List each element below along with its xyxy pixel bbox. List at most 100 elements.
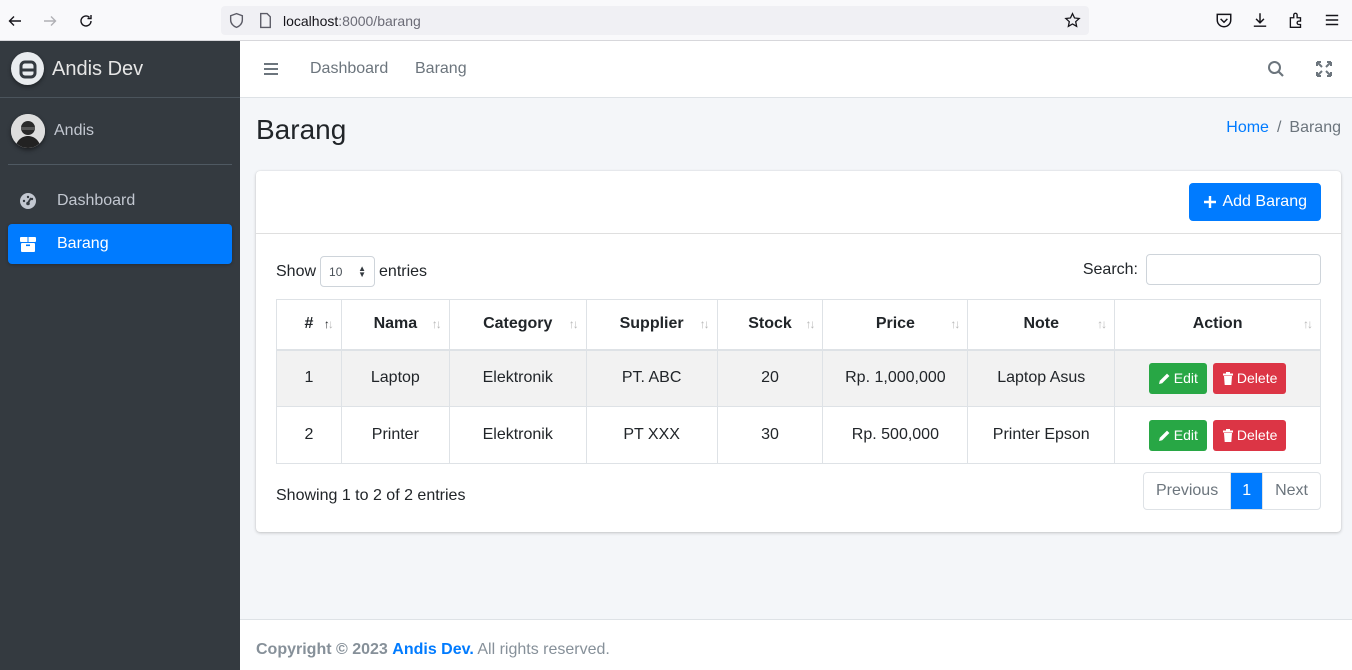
cell-supplier: PT. ABC (585, 349, 718, 407)
table-info: Showing 1 to 2 of 2 entries (276, 487, 466, 504)
pocket-icon[interactable] (1215, 11, 1233, 29)
page-length-value: 10 (329, 264, 343, 279)
cell-nama: Printer (340, 406, 450, 464)
table-row: 2 Printer Elektronik PT XXX 30 Rp. 500,0… (276, 406, 1321, 464)
brand-text: Andis Dev (52, 58, 144, 80)
box-icon (18, 234, 38, 254)
cell-nama: Laptop (340, 349, 450, 407)
show-entries: Show 10 ▲ ▼ entries (276, 256, 427, 287)
page-icon[interactable] (257, 12, 274, 29)
page-length-select[interactable]: 10 ▲ ▼ (320, 256, 376, 287)
sort-icon: ↑↓ (699, 317, 710, 331)
sort-icon: ↑↓ (568, 317, 579, 331)
entries-label: entries (379, 262, 428, 280)
edit-button[interactable]: Edit (1148, 362, 1207, 394)
add-barang-label: Add Barang (1222, 193, 1307, 210)
pagination-next[interactable]: Next (1262, 473, 1320, 509)
search-input[interactable] (1146, 254, 1321, 285)
nav-link-dashboard[interactable]: Dashboard (310, 60, 388, 78)
cell-category: Elektronik (448, 349, 587, 407)
main-footer: Copyright © 2023 Andis Dev. All rights r… (240, 619, 1352, 670)
brand-link[interactable]: Andis Dev (0, 41, 240, 98)
sort-icon: ↑↓ (431, 317, 442, 331)
hamburger-icon[interactable] (262, 60, 280, 78)
footer-brand-link[interactable]: Andis Dev. (392, 641, 474, 658)
breadcrumb-separator: / (1276, 119, 1282, 136)
url-bar[interactable]: localhost:8000/barang (221, 6, 1089, 35)
footer-text: Copyright © 2023 Andis Dev. All rights r… (256, 641, 610, 659)
brand-logo-icon (11, 52, 44, 85)
arrow-right-icon (44, 16, 57, 26)
card-header: Add Barang (256, 171, 1341, 234)
cell-no: 1 (276, 349, 342, 407)
table-row: 1 Laptop Elektronik PT. ABC 20 Rp. 1,000… (276, 349, 1321, 407)
delete-button[interactable]: Delete (1212, 419, 1287, 451)
barang-table: # ↑↓ Nama ↑↓ Category ↑↓ Supplier ↑↓ Stock ↑↓… (276, 299, 1321, 464)
edit-button[interactable]: Edit (1148, 419, 1207, 451)
user-panel: Andis (8, 98, 232, 165)
delete-button[interactable]: Delete (1212, 362, 1287, 394)
column-header-price[interactable]: Price ↑↓ (822, 299, 969, 351)
column-header-stock[interactable]: Stock ↑↓ (716, 299, 824, 351)
table-search: Search: (1083, 254, 1321, 285)
sort-icon: ↑↓ (950, 317, 960, 331)
breadcrumb-home[interactable]: Home (1226, 119, 1269, 137)
footer-rights: All rights reserved. (477, 641, 610, 658)
select-caret-icon: ▲ ▼ (358, 264, 367, 279)
pagination-previous[interactable]: Previous (1144, 473, 1232, 509)
sidebar-item-label: Dashboard (57, 192, 136, 209)
sort-asc-icon: ↑↓ (323, 317, 334, 331)
column-header-nama[interactable]: Nama ↑↓ (340, 299, 450, 351)
add-barang-button[interactable]: Add Barang (1189, 183, 1321, 221)
cell-stock: 20 (716, 349, 824, 407)
browser-toolbar: localhost:8000/barang (0, 0, 1352, 41)
search-icon[interactable] (1267, 60, 1285, 78)
footer-copyright: Copyright © 2023 (256, 641, 388, 658)
download-icon[interactable] (1251, 11, 1269, 29)
user-name[interactable]: Andis (54, 122, 94, 140)
column-header-action[interactable]: Action ↑↓ (1114, 299, 1321, 351)
sidebar-item-barang[interactable]: Barang (8, 224, 232, 264)
cell-price: Rp. 1,000,000 (822, 349, 969, 407)
fullscreen-icon[interactable] (1315, 60, 1333, 78)
pencil-icon (1158, 373, 1170, 384)
back-button[interactable] (2, 8, 28, 34)
reload-button[interactable] (73, 8, 99, 34)
forward-button[interactable] (37, 8, 63, 34)
sort-icon: ↑↓ (805, 317, 815, 331)
extensions-icon[interactable] (1287, 11, 1305, 29)
arrow-left-icon (8, 16, 21, 26)
barang-card: Add Barang Show 10 ▲ ▼ entries Search: # ↑… (256, 171, 1341, 532)
pencil-icon (1158, 430, 1170, 441)
tachometer-icon (18, 191, 38, 211)
cell-no: 2 (276, 406, 342, 464)
trash-icon (1222, 428, 1233, 442)
url-text[interactable]: localhost:8000/barang (283, 13, 421, 29)
table-header-row: # ↑↓ Nama ↑↓ Category ↑↓ Supplier ↑↓ Stock ↑↓… (276, 299, 1321, 351)
sidebar-item-label: Barang (57, 235, 109, 252)
column-header-category[interactable]: Category ↑↓ (448, 299, 587, 351)
trash-icon (1222, 371, 1233, 385)
star-icon[interactable] (1064, 12, 1081, 29)
sort-icon: ↑↓ (1303, 317, 1313, 331)
cell-action: Edit Delete (1114, 406, 1321, 464)
sidebar-item-dashboard[interactable]: Dashboard (8, 181, 232, 221)
shield-icon[interactable] (228, 12, 245, 29)
cell-price: Rp. 500,000 (822, 406, 969, 464)
column-header-supplier[interactable]: Supplier ↑↓ (585, 299, 718, 351)
top-navbar: Dashboard Barang (240, 41, 1352, 98)
reload-icon (80, 15, 92, 27)
breadcrumb-current: Barang (1289, 119, 1341, 136)
search-label: Search: (1082, 260, 1138, 278)
column-header-note[interactable]: Note ↑↓ (967, 299, 1116, 351)
nav-link-barang[interactable]: Barang (415, 60, 467, 78)
sidebar: Andis Dev Andis Dashboard Barang (0, 41, 240, 670)
sort-icon: ↑↓ (1097, 317, 1107, 331)
avatar[interactable] (11, 114, 45, 148)
cell-note: Printer Epson (967, 406, 1116, 464)
cell-supplier: PT XXX (585, 406, 718, 464)
cell-category: Elektronik (448, 406, 587, 464)
column-header-no[interactable]: # ↑↓ (276, 299, 342, 351)
pagination-page-1[interactable]: 1 (1231, 473, 1263, 509)
menu-icon[interactable] (1323, 11, 1341, 29)
